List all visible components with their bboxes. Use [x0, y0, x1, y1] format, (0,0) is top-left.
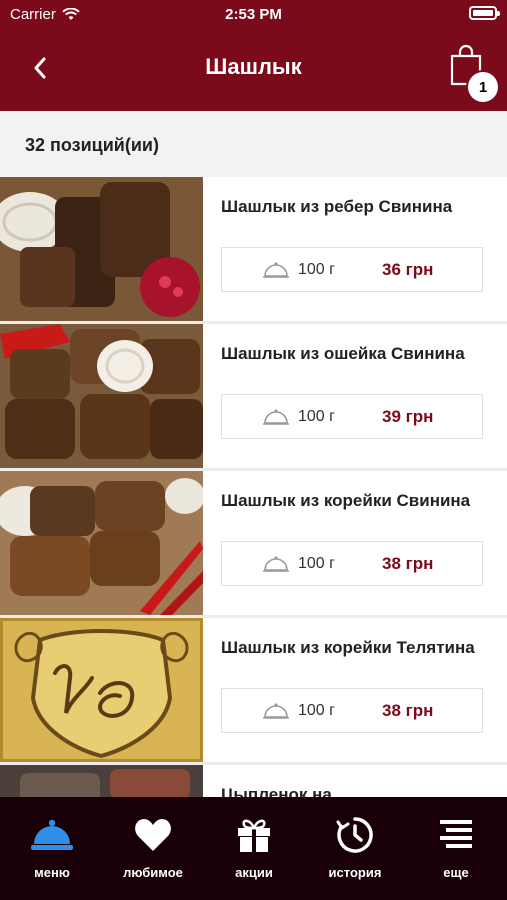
- tab-bar: меню любимое акции история еще: [0, 797, 507, 900]
- product-weight: 100 г: [298, 555, 335, 572]
- product-weight: 100 г: [298, 261, 335, 278]
- product-card[interactable]: Шашлык из ошейка Свинина 100 г 39 грн: [0, 324, 507, 468]
- back-button[interactable]: [22, 50, 58, 86]
- product-name: Шашлык из ребер Свинина: [221, 197, 453, 216]
- price-box[interactable]: 100 г 38 грн: [221, 688, 483, 733]
- history-icon: [336, 817, 373, 853]
- product-card[interactable]: Шашлык из корейки Свинина 100 г 38 грн: [0, 471, 507, 615]
- cart-button[interactable]: 1: [448, 44, 500, 102]
- items-count: 32 позиций(ии): [25, 135, 159, 155]
- tab-label: любимое: [123, 865, 183, 880]
- product-card[interactable]: Шашлык из ребер Свинина 100 г 36 грн: [0, 177, 507, 321]
- status-bar: Carrier 2:53 PM: [0, 0, 507, 30]
- gift-icon: [238, 819, 270, 852]
- product-price: 39 грн: [382, 407, 434, 426]
- product-list[interactable]: Шашлык из ребер Свинина 100 г 36 грн Шаш…: [0, 177, 507, 797]
- product-photo: [0, 765, 203, 797]
- product-name: Шашлык из корейки Свинина: [221, 491, 471, 510]
- tab-label: история: [328, 865, 382, 880]
- tab-promotions[interactable]: акции: [204, 815, 304, 885]
- tab-label: еще: [443, 865, 469, 880]
- product-photo: [0, 324, 203, 468]
- chevron-left-icon: [34, 57, 46, 79]
- product-price: 38 грн: [382, 701, 434, 720]
- tab-label: акции: [235, 865, 273, 880]
- product-weight: 100 г: [298, 702, 335, 719]
- cloche-icon: [263, 409, 289, 425]
- status-time: 2:53 PM: [225, 6, 282, 23]
- product-name: Шашлык из ошейка Свинина: [221, 344, 465, 363]
- product-card[interactable]: Шашлык из корейки Телятина 100 г 38 грн: [0, 618, 507, 762]
- tab-menu[interactable]: меню: [2, 815, 102, 885]
- product-card[interactable]: Цыпленок на: [0, 765, 507, 797]
- menu-lines-icon: [440, 820, 472, 848]
- tab-more[interactable]: еще: [406, 815, 506, 885]
- tab-label: меню: [34, 865, 70, 880]
- heart-icon: [135, 819, 171, 851]
- product-name: Цыпленок на: [221, 785, 332, 797]
- cloche-icon: [263, 262, 289, 278]
- cloche-icon: [263, 556, 289, 572]
- product-name: Шашлык из корейки Телятина: [221, 638, 475, 657]
- product-photo: [0, 177, 203, 321]
- items-count-bar: 32 позиций(ии): [0, 111, 507, 177]
- product-price: 38 грн: [382, 554, 434, 573]
- tab-favorites[interactable]: любимое: [103, 815, 203, 885]
- cloche-icon: [263, 703, 289, 719]
- price-box[interactable]: 100 г 36 грн: [221, 247, 483, 292]
- price-box[interactable]: 100 г 38 грн: [221, 541, 483, 586]
- price-box[interactable]: 100 г 39 грн: [221, 394, 483, 439]
- app-header: Carrier 2:53 PM Шашлык 1: [0, 0, 507, 111]
- product-photo: [0, 618, 203, 762]
- page-title: Шашлык: [205, 54, 302, 79]
- product-weight: 100 г: [298, 408, 335, 425]
- tab-history[interactable]: история: [305, 815, 405, 885]
- battery-icon: [469, 6, 500, 20]
- cart-count-badge: 1: [468, 72, 498, 102]
- product-photo: [0, 471, 203, 615]
- product-price: 36 грн: [382, 260, 434, 279]
- cloche-icon: [31, 819, 73, 850]
